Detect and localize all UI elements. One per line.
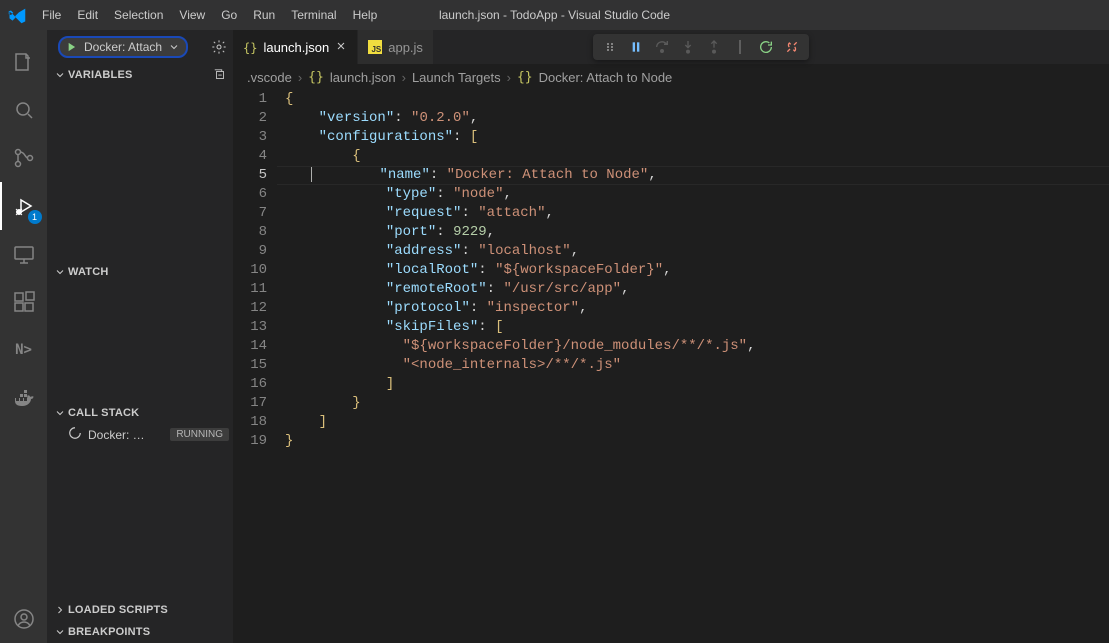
menu-help[interactable]: Help (345, 0, 386, 30)
activity-remote-icon[interactable] (0, 230, 48, 278)
variables-body (48, 86, 233, 262)
activity-scm-icon[interactable] (0, 134, 48, 182)
chevron-right-icon: › (298, 70, 302, 85)
breadcrumbs[interactable]: .vscode › {} launch.json › Launch Target… (233, 64, 1109, 90)
menu-edit[interactable]: Edit (69, 0, 106, 30)
breadcrumb-seg[interactable]: Docker: Attach to Node (539, 70, 673, 85)
watch-body (48, 282, 233, 402)
section-loaded-scripts-header[interactable]: LOADED SCRIPTS (48, 599, 233, 621)
toolbar-separator (727, 34, 753, 60)
tab-app-js[interactable]: JS app.js (358, 30, 434, 64)
vscode-logo-icon (8, 6, 26, 24)
menu-selection[interactable]: Selection (106, 0, 171, 30)
debug-toolbar[interactable] (593, 34, 809, 60)
callstack-item-label: Docker: … (88, 428, 145, 442)
debug-pause-icon[interactable] (623, 34, 649, 60)
chevron-right-icon (54, 602, 66, 618)
section-loaded-scripts-label: LOADED SCRIPTS (68, 604, 168, 616)
debug-step-over-icon[interactable] (649, 34, 675, 60)
menu-file[interactable]: File (34, 0, 69, 30)
menu-run[interactable]: Run (245, 0, 283, 30)
loading-spinner-icon (68, 426, 82, 443)
section-variables-label: VARIABLES (68, 69, 133, 81)
activity-accounts-icon[interactable] (0, 595, 48, 643)
json-file-icon (243, 40, 257, 55)
section-callstack-header[interactable]: CALL STACK (48, 402, 233, 424)
tab-launch-json[interactable]: launch.json (233, 30, 358, 64)
breadcrumb-seg[interactable]: Launch Targets (412, 70, 501, 85)
chevron-down-icon (52, 626, 68, 638)
chevron-down-icon (52, 69, 68, 81)
menu-go[interactable]: Go (213, 0, 245, 30)
chevron-down-icon (52, 407, 68, 419)
activity-debug-icon[interactable]: 1 (0, 182, 48, 230)
debug-step-out-icon[interactable] (701, 34, 727, 60)
debug-side-panel: Docker: Attach VARIABLES (48, 30, 233, 643)
section-watch-label: WATCH (68, 266, 109, 278)
menu-terminal[interactable]: Terminal (283, 0, 344, 30)
breadcrumb-seg[interactable]: launch.json (330, 70, 396, 85)
editor[interactable]: 1 2 3 4 5 6 7 8 9 10 11 12 13 14 15 16 1… (233, 90, 1109, 643)
activity-search-icon[interactable] (0, 86, 48, 134)
close-tab-icon[interactable] (335, 40, 347, 55)
editor-tabs: launch.json JS app.js (233, 30, 1109, 64)
section-variables-header[interactable]: VARIABLES (48, 64, 233, 86)
activity-extensions-icon[interactable] (0, 278, 48, 326)
tab-label: launch.json (263, 40, 329, 55)
start-debug-icon[interactable] (64, 40, 78, 54)
breadcrumb-seg[interactable]: .vscode (247, 70, 292, 85)
launch-config-label: Docker: Attach (84, 40, 162, 54)
activity-docker-icon[interactable] (0, 374, 48, 422)
launch-config-selector[interactable]: Docker: Attach (58, 36, 188, 58)
activity-bar: 1 N> (0, 30, 48, 643)
open-launch-json-icon[interactable] (211, 39, 227, 55)
section-callstack-label: CALL STACK (68, 407, 139, 419)
debug-step-into-icon[interactable] (675, 34, 701, 60)
drag-handle-icon[interactable] (597, 34, 623, 60)
tab-label: app.js (388, 40, 423, 55)
code-content[interactable]: { "version": "0.2.0", "configurations": … (285, 90, 1109, 643)
menu-view[interactable]: View (171, 0, 213, 30)
json-braces-icon: {} (517, 70, 533, 85)
section-watch-header[interactable]: WATCH (48, 262, 233, 282)
section-breakpoints-label: BREAKPOINTS (68, 626, 150, 638)
section-breakpoints-header[interactable]: BREAKPOINTS (48, 621, 233, 643)
activity-nx-icon[interactable]: N> (0, 326, 48, 374)
js-file-icon: JS (368, 40, 382, 54)
activity-explorer-icon[interactable] (0, 38, 48, 86)
callstack-item[interactable]: Docker: … RUNNING (48, 424, 233, 446)
menu-items: File Edit Selection View Go Run Terminal… (34, 0, 385, 30)
menu-bar: File Edit Selection View Go Run Terminal… (0, 0, 1109, 30)
callstack-status-badge: RUNNING (170, 428, 229, 441)
chevron-down-icon (168, 41, 180, 53)
json-braces-icon: {} (308, 70, 324, 85)
debug-disconnect-icon[interactable] (779, 34, 805, 60)
debug-badge: 1 (28, 210, 42, 224)
debug-restart-icon[interactable] (753, 34, 779, 60)
collapse-all-icon[interactable] (213, 68, 233, 82)
chevron-right-icon: › (402, 70, 406, 85)
chevron-right-icon: › (507, 70, 511, 85)
chevron-down-icon (52, 266, 68, 278)
